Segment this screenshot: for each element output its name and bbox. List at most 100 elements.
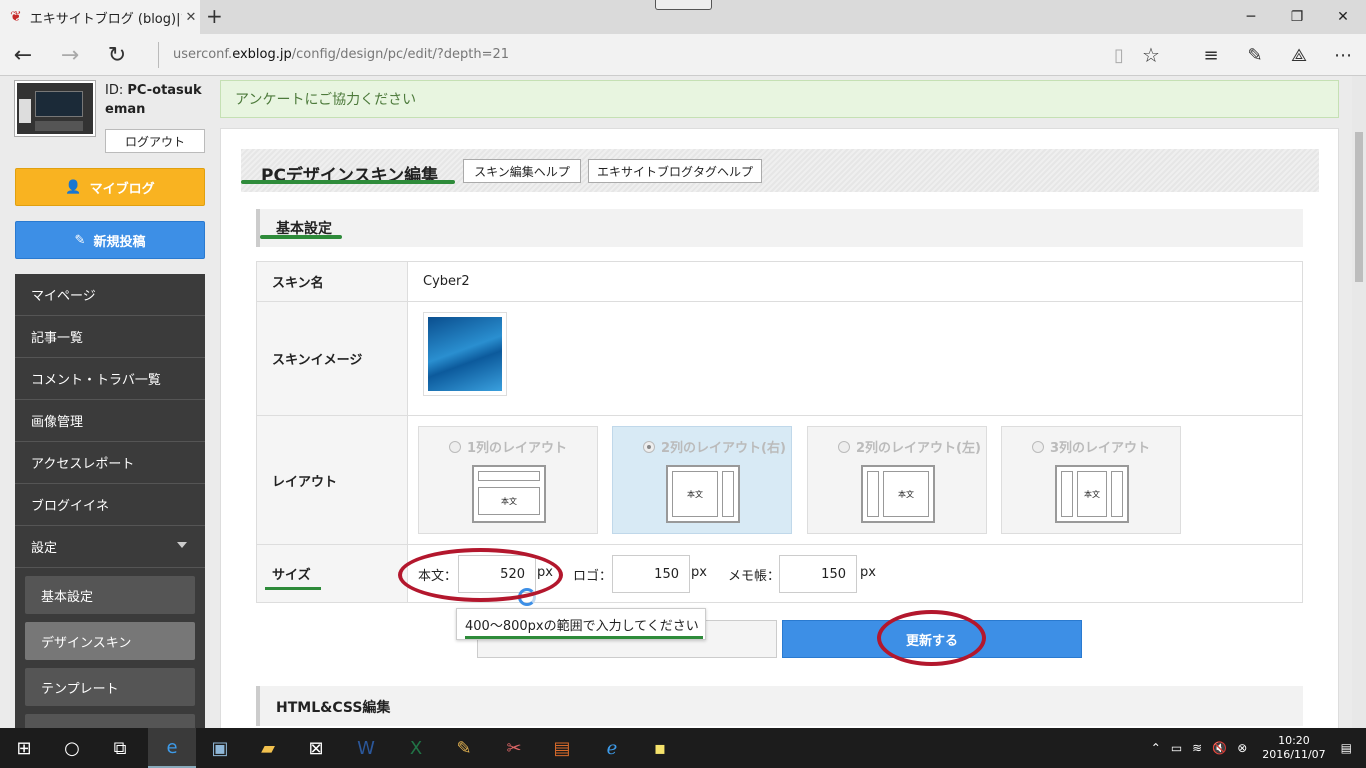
- sidebar-item-blog-iine[interactable]: ブログイイネ: [15, 484, 205, 526]
- restore-icon[interactable]: ❐: [1274, 0, 1320, 34]
- window-drag-handle[interactable]: [655, 0, 712, 10]
- annotation-circle-body-size: [398, 548, 563, 602]
- logout-button[interactable]: ログアウト: [105, 129, 205, 153]
- search-cortana-icon[interactable]: ○: [48, 728, 96, 768]
- html-css-section-title: HTML&CSS編集: [276, 700, 391, 716]
- sidebar-item-posts[interactable]: 記事一覧: [15, 316, 205, 358]
- submenu-basic-settings[interactable]: 基本設定: [25, 576, 195, 614]
- snipping-tool-icon[interactable]: ✂: [490, 728, 538, 768]
- skin-image-cell: [407, 301, 1303, 416]
- excite-favicon-icon: ❦: [10, 9, 22, 25]
- submenu-item[interactable]: [25, 714, 195, 728]
- sidebar-menu: マイページ 記事一覧 コメント・トラバ一覧 画像管理 アクセスレポート ブログイ…: [15, 274, 205, 728]
- close-window-icon[interactable]: ✕: [1320, 0, 1366, 34]
- edge-browser-icon[interactable]: e: [148, 728, 196, 768]
- back-arrow-icon[interactable]: ←: [8, 40, 38, 70]
- section-header: 基本設定: [256, 209, 1303, 247]
- logo-size-label: ロゴ：: [573, 569, 613, 584]
- start-windows-icon[interactable]: ⊞: [0, 728, 48, 768]
- minimize-icon[interactable]: ─: [1228, 0, 1274, 34]
- layout-1col-label: 1列のレイアウト: [467, 441, 568, 456]
- sidebar-item-comments[interactable]: コメント・トラバ一覧: [15, 358, 205, 400]
- status-icon[interactable]: ⊗: [1237, 741, 1247, 755]
- layout-option-1col[interactable]: 1列のレイアウト 本文: [418, 426, 598, 534]
- radio-3col[interactable]: [1032, 440, 1044, 453]
- layout-option-2col-left[interactable]: 2列のレイアウト(左) 本文: [807, 426, 987, 534]
- url-path: /config/design/pc/edit/?depth=21: [291, 47, 510, 62]
- size-hint-tooltip: 400～800pxの範囲で入力してください: [456, 608, 706, 640]
- radio-2col-right[interactable]: [643, 440, 655, 453]
- layout-2col-right-diagram: 本文: [666, 465, 740, 523]
- myblog-button[interactable]: 👤 マイブログ: [15, 168, 205, 206]
- avatar: [15, 81, 95, 136]
- user-id-label: ID:: [105, 83, 124, 98]
- chevron-down-icon: [177, 542, 187, 548]
- browser-tab[interactable]: ❦ エキサイトブログ (blog)|マイ ✕: [0, 0, 200, 34]
- settings-label: 設定: [31, 541, 58, 556]
- new-post-button[interactable]: ✎ 新規投稿: [15, 221, 205, 259]
- layout-2col-left-body: 本文: [883, 471, 929, 517]
- size-label: サイズ: [272, 568, 311, 583]
- submenu-template[interactable]: テンプレート: [25, 668, 195, 706]
- sidebar-item-images[interactable]: 画像管理: [15, 400, 205, 442]
- layout-2col-right-body: 本文: [672, 471, 718, 517]
- page-viewport: ID: PC-otasukeman ログアウト 👤 マイブログ ✎ 新規投稿 マイペ…: [0, 76, 1352, 728]
- skin-help-button[interactable]: スキン編集ヘルプ: [463, 159, 581, 183]
- url-prefix: userconf.: [173, 47, 233, 62]
- web-note-icon[interactable]: ✎: [1240, 40, 1270, 70]
- logo-unit: px: [691, 565, 707, 580]
- battery-icon[interactable]: ▭: [1171, 741, 1182, 755]
- close-tab-icon[interactable]: ✕: [182, 10, 200, 25]
- new-tab-icon[interactable]: +: [206, 4, 223, 28]
- page-scrollbar[interactable]: [1352, 76, 1366, 728]
- memo-width-input[interactable]: 150: [779, 555, 857, 593]
- favorite-star-icon[interactable]: ☆: [1136, 40, 1166, 70]
- sidebar-item-settings[interactable]: 設定: [15, 526, 205, 568]
- tray-chevron-icon[interactable]: ⌃: [1151, 741, 1161, 755]
- refresh-icon[interactable]: ↻: [102, 40, 132, 70]
- size-label-cell: サイズ: [256, 544, 408, 603]
- reading-view-icon[interactable]: ▯: [1104, 40, 1134, 70]
- myblog-label: マイブログ: [89, 181, 155, 197]
- internet-explorer-icon[interactable]: ℯ: [588, 728, 636, 768]
- sidebar-item-mypage[interactable]: マイページ: [15, 274, 205, 316]
- volume-muted-icon[interactable]: 🔇: [1212, 741, 1227, 755]
- radio-1col[interactable]: [449, 440, 461, 453]
- radio-2col-left[interactable]: [838, 440, 850, 453]
- layout-3col-diagram: 本文: [1055, 465, 1129, 523]
- layout-2col-left-diagram: 本文: [861, 465, 935, 523]
- layout-1col-diagram: 本文: [472, 465, 546, 523]
- toolbox-icon[interactable]: ▤: [538, 728, 586, 768]
- address-bar[interactable]: userconf.exblog.jp/config/design/pc/edit…: [158, 42, 509, 68]
- paint-icon[interactable]: ✎: [440, 728, 488, 768]
- new-post-label: 新規投稿: [93, 234, 146, 250]
- word-icon[interactable]: W: [342, 728, 390, 768]
- hub-icon[interactable]: ≡: [1196, 40, 1226, 70]
- layout-cell: 1列のレイアウト 本文 2列のレイアウト(右) 本文 2列のレイアウト(左) 本…: [407, 415, 1303, 545]
- tooltip-text: 400～800pxの範囲で入力してください: [465, 618, 699, 634]
- photo-app-icon[interactable]: ▣: [196, 728, 244, 768]
- survey-notice[interactable]: アンケートにご協力ください: [220, 80, 1339, 118]
- file-explorer-icon[interactable]: ▰: [244, 728, 292, 768]
- layout-2col-left-label: 2列のレイアウト(左): [856, 441, 981, 456]
- task-view-icon[interactable]: ⧉: [96, 728, 144, 768]
- sidebar-item-access-report[interactable]: アクセスレポート: [15, 442, 205, 484]
- sticky-notes-icon[interactable]: ▪: [636, 728, 684, 768]
- wifi-icon[interactable]: ≋: [1192, 741, 1202, 755]
- share-icon[interactable]: ⟁: [1284, 40, 1314, 70]
- layout-label: レイアウト: [256, 415, 408, 545]
- store-icon[interactable]: ⊠: [292, 728, 340, 768]
- logo-width-input[interactable]: 150: [612, 555, 690, 593]
- layout-option-2col-right[interactable]: 2列のレイアウト(右) 本文: [612, 426, 792, 534]
- submenu-design-skin[interactable]: デザインスキン: [25, 622, 195, 660]
- forward-arrow-icon[interactable]: →: [55, 40, 85, 70]
- notifications-icon[interactable]: ▤: [1341, 741, 1352, 755]
- clock-time: 10:20: [1278, 734, 1310, 747]
- scrollbar-thumb[interactable]: [1355, 132, 1363, 282]
- more-icon[interactable]: ⋯: [1328, 40, 1358, 70]
- tag-help-button[interactable]: エキサイトブログタグヘルプ: [588, 159, 762, 183]
- layout-option-3col[interactable]: 3列のレイアウト 本文: [1001, 426, 1181, 534]
- excel-icon[interactable]: X: [392, 728, 440, 768]
- skin-thumbnail: [423, 312, 507, 396]
- clock[interactable]: 10:20 2016/11/07: [1262, 734, 1325, 762]
